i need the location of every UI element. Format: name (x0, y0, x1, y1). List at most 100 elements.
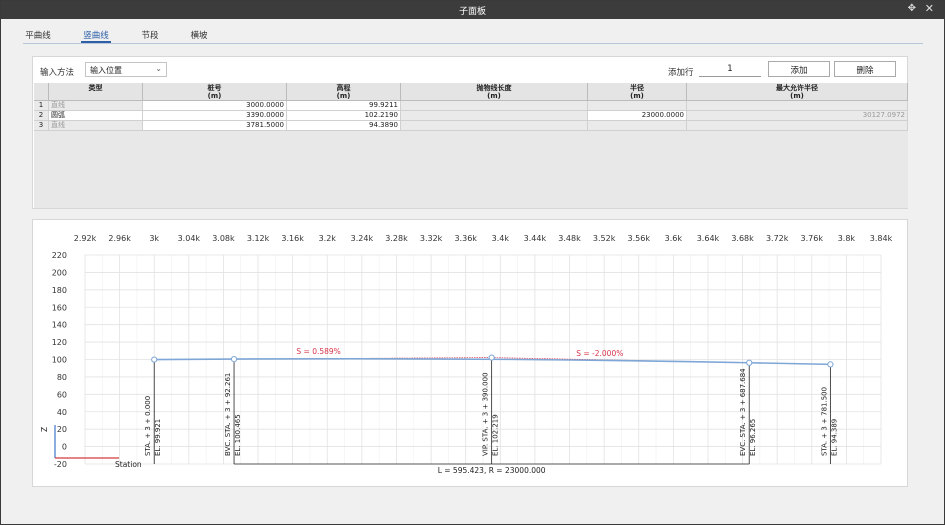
y-tick-label: 140 (52, 321, 67, 330)
y-tick-label: 60 (57, 390, 67, 399)
y-tick-label: -20 (54, 460, 67, 469)
x-tick-label: 3.8k (838, 234, 856, 243)
tab-segment[interactable]: 节段 (139, 29, 161, 43)
x-tick-label: 3.28k (385, 234, 408, 243)
row-index-header (34, 83, 49, 101)
type-cell[interactable]: 圆弧 (49, 111, 143, 121)
station-point (230, 355, 238, 363)
grade-label: S = -2.000% (576, 349, 623, 358)
column-header-station[interactable]: 桩号 (m) (143, 83, 287, 101)
x-tick-label: 3.32k (420, 234, 443, 243)
parabola-cell (401, 121, 588, 131)
profile-chart[interactable]: 2.92k 2.96k 3k 3.04k 3.08k 3.12k 3.16k 3.2k 3.24… (33, 220, 907, 486)
radius-cell (588, 121, 687, 131)
grade-label: S = 0.589% (296, 347, 340, 356)
column-header-max-radius[interactable]: 最大允许半径 (m) (687, 83, 908, 101)
radius-cell[interactable]: 23000.0000 (588, 111, 687, 121)
x-tick-label: 3.04k (178, 234, 201, 243)
elevation-label: EL. 100.465 (234, 414, 242, 456)
elevation-label: EL. 102.219 (492, 414, 500, 456)
profile-chart-panel: 2.92k 2.96k 3k 3.04k 3.08k 3.12k 3.16k 3.2k 3.24… (32, 219, 908, 487)
x-tick-label: 3.08k (212, 234, 235, 243)
x-tick-label: 3.68k (731, 234, 754, 243)
z-axis-label: Z (40, 427, 49, 432)
station-label: VIP. STA. + 3 + 390.000 (482, 372, 490, 456)
parabola-cell (401, 111, 588, 121)
column-header-type[interactable]: 类型 (49, 83, 143, 101)
y-tick-label: 80 (57, 373, 67, 382)
y-tick-label: 120 (52, 338, 67, 347)
y-tick-label: 20 (57, 425, 67, 434)
x-tick-label: 3.16k (281, 234, 304, 243)
x-tick-label: 3.48k (558, 234, 581, 243)
tab-horizontal-curve[interactable]: 平曲线 (23, 29, 53, 43)
y-tick-label: 180 (52, 286, 67, 295)
elevation-label: EL. 94.389 (830, 419, 838, 456)
chevron-down-icon: ⌄ (155, 64, 162, 73)
station-label: STA. + 3 + 781.500 (820, 387, 828, 456)
column-header-elevation[interactable]: 高程 (m) (287, 83, 401, 101)
max-radius-cell (687, 101, 908, 111)
parabola-cell (401, 101, 588, 111)
station-cell[interactable]: 3390.0000 (143, 111, 287, 121)
pin-icon[interactable]: ✥ (908, 3, 916, 14)
column-header-parabola-length[interactable]: 抛物线长度 (m) (401, 83, 588, 101)
delete-button[interactable]: 删除 (834, 61, 896, 77)
tab-divider (23, 43, 923, 44)
y-tick-label: 100 (52, 356, 67, 365)
tab-cross-slope[interactable]: 横坡 (188, 29, 210, 43)
y-tick-label: 0 (62, 443, 67, 452)
station-point (746, 359, 753, 366)
row-index: 3 (34, 121, 49, 131)
radius-cell (588, 101, 687, 111)
x-tick-label: 3.76k (801, 234, 824, 243)
station-label: EVC. STA. + 3 + 687.684 (739, 368, 747, 456)
x-tick-label: 3.4k (492, 234, 510, 243)
x-tick-label: 2.92k (74, 234, 97, 243)
elevation-cell[interactable]: 99.9211 (287, 101, 401, 111)
input-method-label: 输入方法 (40, 68, 75, 78)
tab-vertical-curve[interactable]: 竖曲线 (81, 29, 111, 43)
x-tick-label: 3.44k (524, 234, 547, 243)
input-method-select[interactable]: 输入位置 ⌄ (85, 62, 167, 77)
station-cell[interactable]: 3000.0000 (143, 101, 287, 111)
sub-panel-window: 子面板 ✥ ✕ 平曲线 竖曲线 节段 横坡 输入方法 输入位置 ⌄ 添加行 1 … (0, 0, 945, 525)
station-point (151, 356, 158, 363)
type-cell[interactable]: 直线 (49, 101, 143, 111)
station-label: STA. + 3 + 0.000 (144, 396, 152, 456)
column-header-radius[interactable]: 半径 (m) (588, 83, 687, 101)
x-tick-label: 3.2k (319, 234, 337, 243)
elevation-label: EL. 96.265 (749, 419, 757, 456)
x-tick-label: 3k (149, 234, 159, 243)
station-axis-label: Station (115, 460, 142, 469)
add-rows-input[interactable]: 1 (699, 62, 761, 77)
x-tick-label: 3.56k (628, 234, 651, 243)
add-button[interactable]: 添加 (768, 61, 830, 77)
station-label: BVC. STA. + 3 + 92.261 (224, 373, 232, 456)
x-tick-label: 3.6k (665, 234, 683, 243)
max-radius-cell: 30127.0972 (687, 111, 908, 121)
x-tick-label: 3.24k (351, 234, 374, 243)
y-tick-label: 160 (52, 303, 67, 312)
elevation-cell[interactable]: 102.2190 (287, 111, 401, 121)
vertical-curve-table: 类型 桩号 (m) 高程 (m) 抛物线长度 (m) 半径 (m) 最大允许半径 (m) … (34, 83, 908, 208)
elevation-cell[interactable]: 94.3890 (287, 121, 401, 131)
x-tick-label: 3.64k (697, 234, 720, 243)
add-rows-label: 添加行 (668, 68, 694, 78)
x-tick-label: 3.52k (593, 234, 616, 243)
x-tick-label: 2.96k (108, 234, 131, 243)
station-point (488, 354, 495, 361)
row-index: 2 (34, 111, 49, 121)
y-tick-label: 200 (52, 268, 67, 277)
type-cell[interactable]: 直线 (49, 121, 143, 131)
max-radius-cell (687, 121, 908, 131)
x-tick-label: 3.84k (870, 234, 893, 243)
row-index: 1 (34, 101, 49, 111)
x-tick-label: 3.72k (766, 234, 789, 243)
station-cell[interactable]: 3781.5000 (143, 121, 287, 131)
station-point (827, 361, 834, 368)
close-icon[interactable]: ✕ (925, 2, 934, 15)
x-tick-label: 3.12k (247, 234, 270, 243)
input-method-value: 输入位置 (90, 66, 122, 75)
x-tick-label: 3.36k (454, 234, 477, 243)
